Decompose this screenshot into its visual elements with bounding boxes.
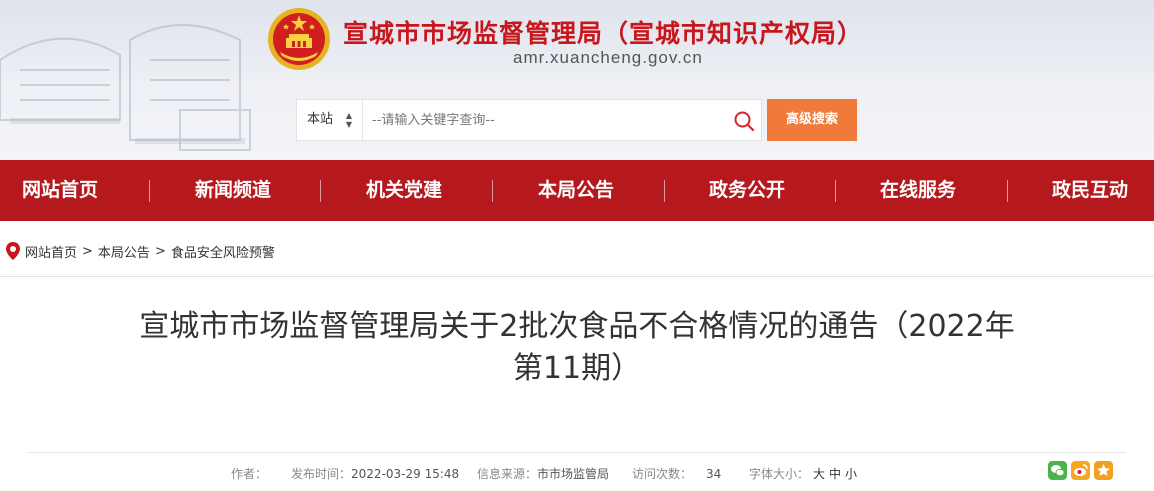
breadcrumb: 网站首页 > 本局公告 > 食品安全风险预警 (6, 241, 275, 261)
meta-views: 访问次数： 34 (632, 465, 721, 482)
font-size-small[interactable]: 小 (845, 467, 857, 481)
nav-divider (1007, 180, 1008, 202)
search-box: 本站 ▲ ▼ (296, 99, 762, 141)
breadcrumb-home[interactable]: 网站首页 (25, 242, 77, 261)
article-title-line-2: 第11期） (512, 351, 642, 386)
source-value: 市市场监管局 (537, 467, 610, 481)
meta-date: 发布时间：2022-03-29 15:48 (291, 465, 459, 482)
meta-author: 作者： (231, 465, 267, 482)
nav-divider (835, 180, 836, 202)
nav-item-news[interactable]: 新闻频道 (195, 160, 271, 221)
site-domain: amr.xuancheng.gov.cn (513, 48, 703, 67)
breadcrumb-food-safety[interactable]: 食品安全风险预警 (171, 242, 275, 261)
author-label: 作者： (231, 467, 268, 481)
article-title-line-1: 宣城市市场监督管理局关于2批次食品不合格情况的通告（2022年 (139, 309, 1015, 344)
advanced-search-button[interactable]: 高级搜索 (767, 99, 857, 141)
search-scope-select[interactable]: 本站 ▲ ▼ (297, 100, 363, 140)
font-size-large[interactable]: 大 (813, 467, 825, 481)
wechat-icon[interactable] (1048, 461, 1067, 480)
divider (0, 276, 1154, 277)
search-icon[interactable] (733, 110, 755, 132)
views-label: 访问次数： (632, 467, 693, 481)
date-value: 2022-03-29 15:48 (351, 467, 460, 481)
nav-divider (320, 180, 321, 202)
article-title: 宣城市市场监督管理局关于2批次食品不合格情况的通告（2022年 第11期） (90, 306, 1064, 390)
favorite-star-icon[interactable] (1094, 461, 1113, 480)
nav-item-party[interactable]: 机关党建 (366, 160, 442, 221)
views-value: 34 (706, 467, 722, 481)
location-pin-icon (6, 242, 20, 260)
breadcrumb-notices[interactable]: 本局公告 (98, 242, 150, 261)
site-title: 宣城市市场监督管理局（宣城市知识产权局） (343, 19, 864, 48)
weibo-icon[interactable] (1071, 461, 1090, 480)
site-header: 宣城市市场监督管理局（宣城市知识产权局） amr.xuancheng.gov.c… (0, 0, 1154, 160)
meta-font-size: 字体大小：大中小 (749, 465, 857, 482)
divider (28, 452, 1126, 453)
nav-item-interaction[interactable]: 政民互动 (1052, 160, 1128, 221)
updown-arrows-icon: ▲ ▼ (345, 111, 352, 129)
nav-divider (149, 180, 150, 202)
breadcrumb-separator: > (154, 243, 166, 259)
national-emblem-icon (268, 8, 330, 70)
nav-divider (492, 180, 493, 202)
search-scope-label: 本站 (307, 112, 334, 127)
nav-item-gov-affairs[interactable]: 政务公开 (709, 160, 785, 221)
nav-divider (664, 180, 665, 202)
search-input[interactable] (367, 100, 719, 140)
breadcrumb-separator: > (82, 243, 93, 259)
meta-source: 信息来源：市市场监管局 (477, 465, 609, 482)
source-label: 信息来源： (477, 467, 538, 481)
font-size-medium[interactable]: 中 (829, 467, 841, 481)
nav-item-online-services[interactable]: 在线服务 (880, 160, 956, 221)
font-size-label: 字体大小： (749, 467, 810, 481)
nav-item-notices[interactable]: 本局公告 (538, 160, 614, 221)
main-nav: 网站首页 新闻频道 机关党建 本局公告 政务公开 在线服务 政民互动 (0, 160, 1154, 221)
date-label: 发布时间： (291, 467, 352, 481)
nav-item-home[interactable]: 网站首页 (22, 160, 98, 221)
